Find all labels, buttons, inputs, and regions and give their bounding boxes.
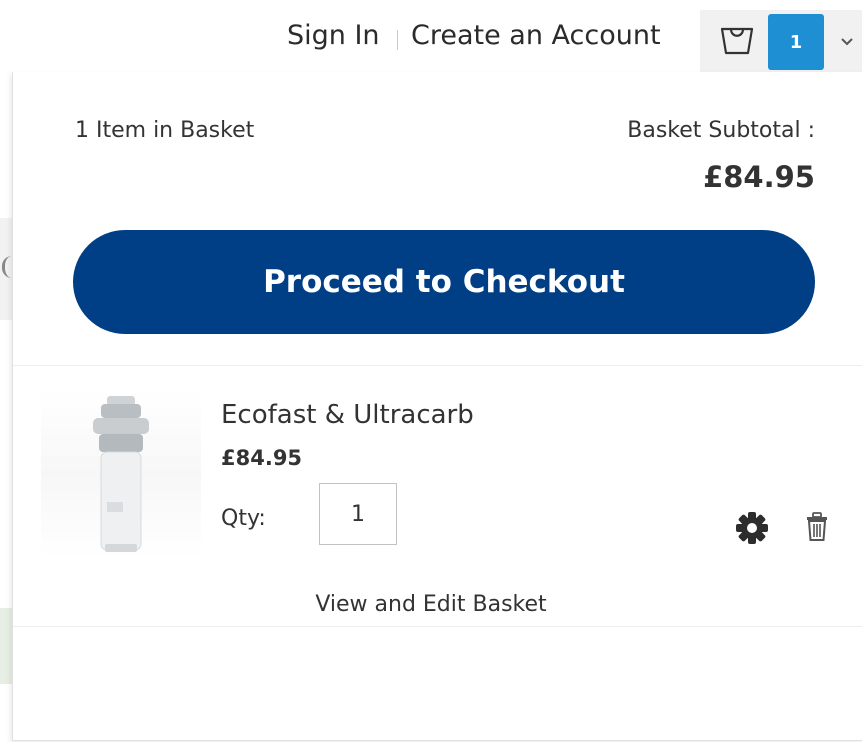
create-account-link[interactable]: Create an Account bbox=[411, 20, 661, 51]
divider bbox=[13, 626, 862, 627]
background-page-fragment bbox=[0, 608, 12, 684]
chevron-down-icon bbox=[840, 32, 854, 51]
subtotal-label: Basket Subtotal : bbox=[627, 118, 815, 143]
page: Sign In Create an Account 1 1 Item in Ba… bbox=[0, 0, 862, 742]
subtotal-amount: £84.95 bbox=[703, 160, 815, 194]
product-name-link[interactable]: Ecofast & Ultracarb bbox=[221, 400, 474, 430]
divider bbox=[13, 365, 862, 366]
qty-input[interactable] bbox=[319, 483, 397, 545]
minicart-toggle[interactable]: 1 bbox=[700, 10, 862, 72]
link-divider bbox=[397, 30, 398, 50]
minicart-dropdown: 1 Item in Basket Basket Subtotal : £84.9… bbox=[12, 72, 862, 741]
proceed-to-checkout-button[interactable]: Proceed to Checkout bbox=[73, 230, 815, 334]
gear-icon[interactable] bbox=[735, 511, 769, 549]
cart-count-badge: 1 bbox=[768, 14, 824, 70]
product-image[interactable] bbox=[41, 390, 201, 558]
trash-icon[interactable] bbox=[805, 512, 829, 546]
water-filter-image bbox=[93, 396, 149, 552]
sign-in-link[interactable]: Sign In bbox=[287, 20, 380, 51]
qty-label: Qty: bbox=[221, 506, 266, 531]
shopping-bag-icon bbox=[719, 22, 755, 60]
items-count: 1 Item in Basket bbox=[75, 118, 255, 143]
header-links: Sign In Create an Account 1 bbox=[0, 0, 862, 72]
view-edit-basket-link[interactable]: View and Edit Basket bbox=[0, 592, 862, 617]
product-price: £84.95 bbox=[221, 446, 303, 470]
